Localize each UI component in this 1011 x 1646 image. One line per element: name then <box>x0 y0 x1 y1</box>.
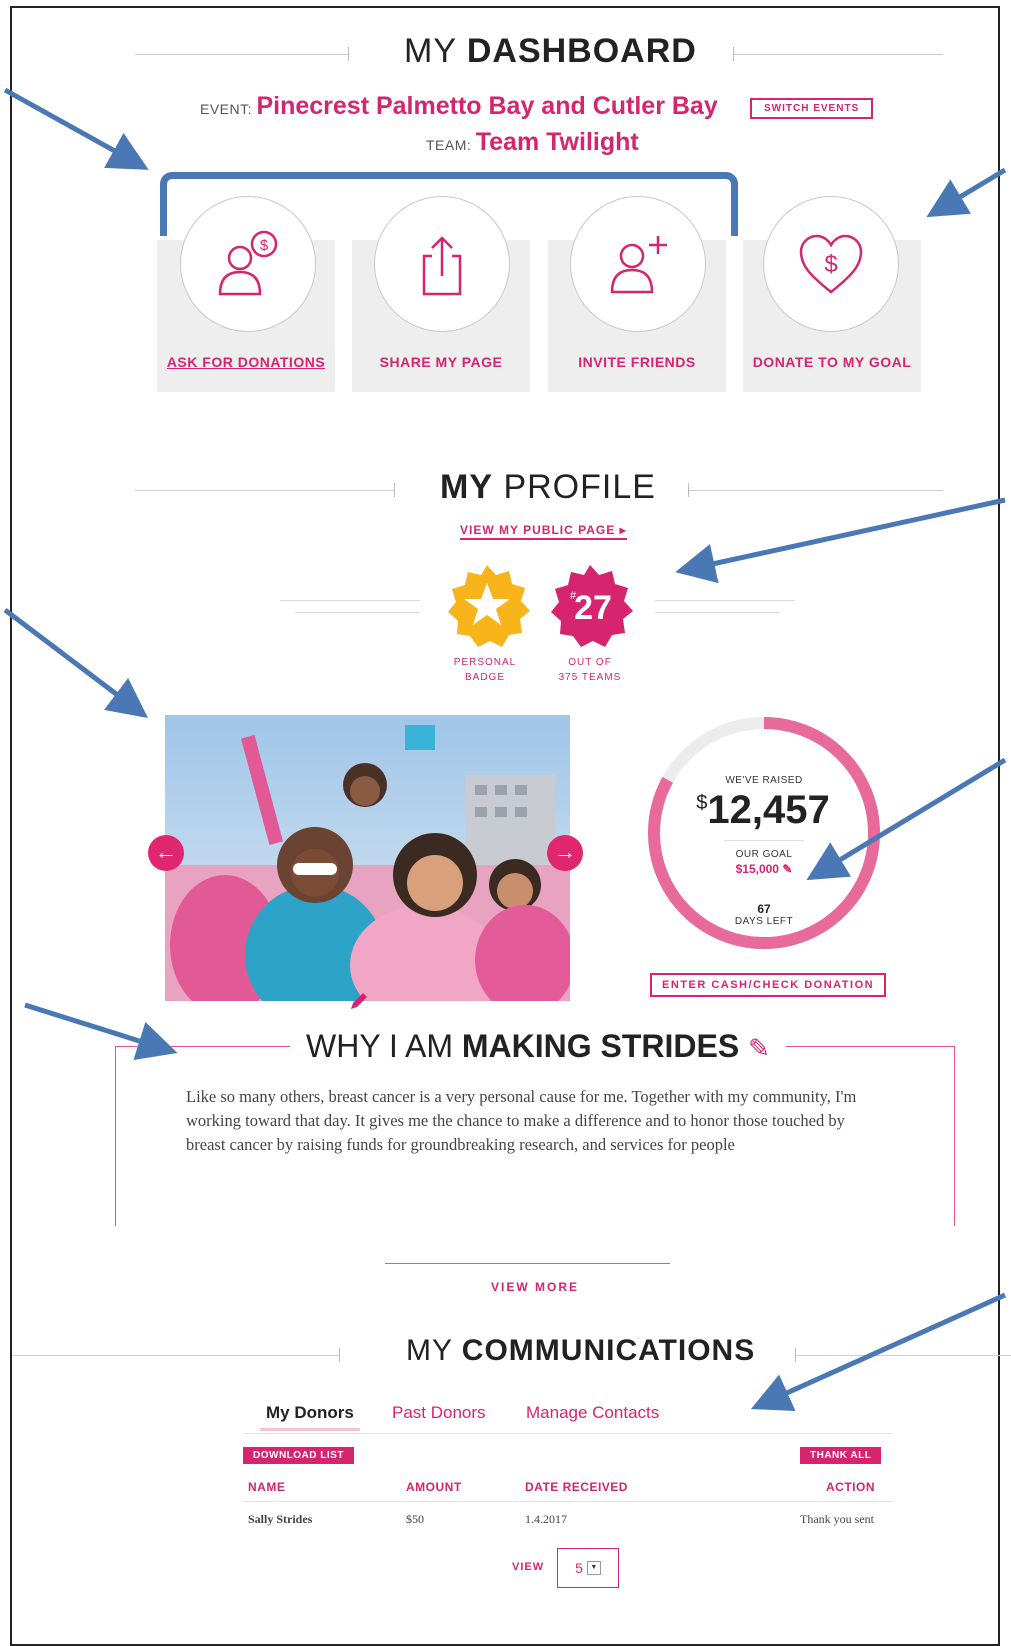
annotation-arrow <box>3 608 148 719</box>
annotation-arrow <box>675 497 1006 584</box>
annotation-arrows <box>3 87 1007 1411</box>
annotation-arrow <box>750 1292 1007 1411</box>
annotation-arrow <box>3 87 149 170</box>
annotation-arrow <box>806 757 1007 881</box>
annotation-arrow <box>926 167 1007 218</box>
annotation-arrow <box>24 1002 178 1061</box>
